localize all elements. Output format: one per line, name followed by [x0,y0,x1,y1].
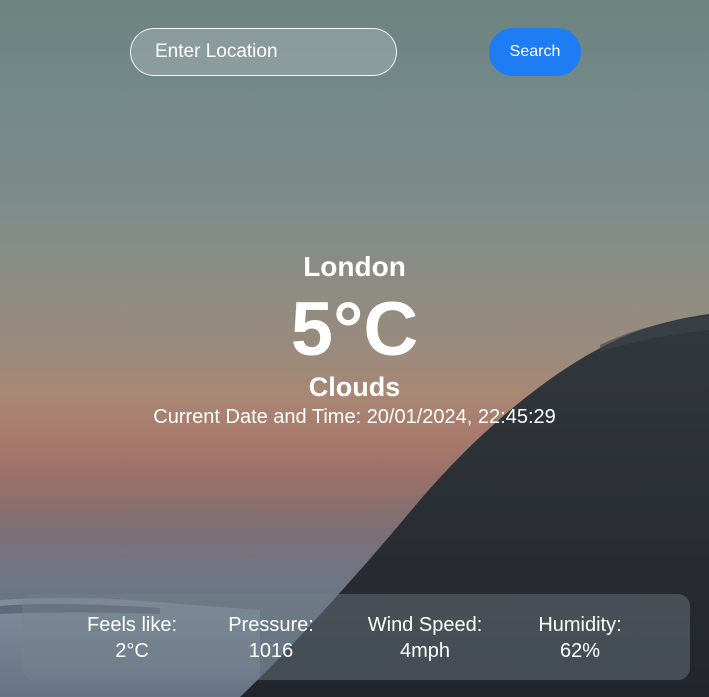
detail-feels-like: Feels like: 2°C [87,612,177,664]
temperature-value: 5°C [290,287,419,372]
detail-label: Wind Speed: [367,614,483,636]
detail-value: 1016 [248,640,294,662]
detail-label: Feels like: [86,614,178,636]
location-search-input[interactable] [130,28,397,76]
city-name: London [303,251,406,282]
detail-wind-speed: Wind Speed: 4mph [368,612,483,664]
current-datetime: Current Date and Time: 20/01/2024, 22:45… [0,404,709,430]
datetime-label: Current Date and Time: [153,406,362,428]
detail-pressure: Pressure: 1016 [228,612,314,664]
search-button[interactable]: Search [489,28,581,76]
datetime-value: 20/01/2024, 22:45:29 [366,406,556,428]
detail-label: Pressure: [228,614,314,636]
weather-app: Search London 5°C Clouds Current Date an… [0,0,709,697]
weather-condition: Clouds [308,372,401,402]
detail-value: 4mph [399,640,451,662]
current-weather-panel: London 5°C Clouds Current Date and Time:… [0,248,709,430]
detail-humidity: Humidity: 62% [538,612,621,664]
detail-value: 62% [559,640,601,662]
detail-label: Humidity: [538,614,622,636]
weather-details-bar: Feels like: 2°C Pressure: 1016 Wind Spee… [22,594,690,680]
detail-value: 2°C [115,640,149,662]
